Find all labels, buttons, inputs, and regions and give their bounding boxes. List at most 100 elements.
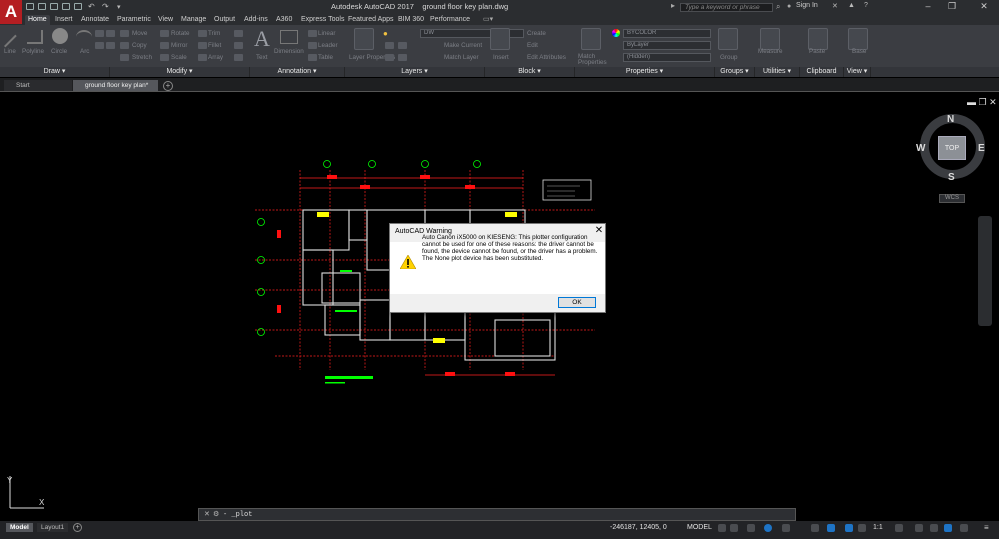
array-icon[interactable] [198, 54, 207, 61]
copy-tool[interactable]: Copy [132, 42, 147, 49]
table-icon[interactable] [308, 54, 317, 61]
tab-a360[interactable]: A360 [273, 15, 295, 25]
auto-scale-icon[interactable] [858, 524, 866, 532]
draw-extra-icon-4[interactable] [106, 42, 115, 49]
tab-performance[interactable]: Performance [427, 15, 473, 25]
leader-icon[interactable] [308, 42, 317, 49]
modify-extra-icon-1[interactable] [234, 30, 243, 37]
panel-annotation[interactable]: Annotation ▾ [250, 67, 345, 77]
model-space-button[interactable]: MODEL [687, 524, 712, 531]
match-properties-button[interactable]: Match Properties [578, 53, 608, 66]
text-tool[interactable]: Text [256, 54, 268, 61]
tab-parametric[interactable]: Parametric [114, 15, 154, 25]
command-line[interactable]: ✕ ⚙ - _plot [198, 508, 796, 521]
fillet-tool[interactable]: Fillet [208, 42, 221, 49]
draw-extra-icon-2[interactable] [95, 42, 104, 49]
scale-icon[interactable] [160, 54, 169, 61]
file-tab-start[interactable]: Start [4, 80, 72, 91]
arc-tool[interactable]: Arc [80, 48, 89, 55]
linetype-dropdown[interactable]: ByLayer [623, 41, 711, 50]
minimize-button[interactable]: – [920, 0, 936, 14]
modify-extra-icon-2[interactable] [234, 42, 243, 49]
scale-tool[interactable]: Scale [171, 54, 187, 61]
color-wheel-icon[interactable] [612, 29, 620, 37]
hardware-acceleration-icon[interactable] [944, 524, 952, 532]
ortho-icon[interactable] [747, 524, 755, 532]
layer-tool-icon-4[interactable] [398, 54, 407, 61]
annotation-visibility-icon[interactable] [845, 524, 853, 532]
stretch-icon[interactable] [120, 54, 129, 61]
leader-tool[interactable]: Leader [318, 42, 338, 49]
table-tool[interactable]: Table [318, 54, 333, 61]
command-close-icon[interactable]: ✕ [204, 510, 210, 518]
measure-icon[interactable] [760, 28, 780, 50]
coordinates-display[interactable]: -246187, 12405, 0 [610, 524, 667, 531]
insert-block-icon[interactable] [490, 28, 510, 50]
close-button[interactable]: ✕ [976, 0, 992, 14]
annotation-scale[interactable]: 1:1 [873, 524, 883, 531]
edit-block-button[interactable]: Edit [527, 42, 538, 49]
measure-button[interactable]: Measure [758, 48, 783, 55]
exchange-apps-icon[interactable]: ✕ [832, 2, 838, 10]
viewcube-top-face[interactable]: TOP [938, 136, 966, 160]
redo-icon[interactable]: ↷ [102, 2, 109, 11]
polyline-icon[interactable] [27, 30, 43, 44]
tab-insert[interactable]: Insert [52, 15, 76, 25]
plot-icon[interactable] [74, 3, 82, 10]
file-tab-drawing[interactable]: ground floor key plan* [73, 80, 158, 91]
workspace-icon[interactable] [895, 524, 903, 532]
polyline-tool[interactable]: Polyline [22, 48, 44, 55]
sign-in-button[interactable]: Sign In [796, 2, 818, 9]
tab-home[interactable]: Home [25, 15, 50, 25]
rotate-tool[interactable]: Rotate [171, 30, 190, 37]
panel-draw[interactable]: Draw ▾ [0, 67, 110, 77]
draw-extra-icon-3[interactable] [106, 30, 115, 37]
tab-view[interactable]: View [155, 15, 176, 25]
command-settings-icon[interactable]: ⚙ [213, 510, 219, 518]
ucs-menu[interactable]: WCS [939, 194, 965, 203]
tab-addins[interactable]: Add-ins [241, 15, 271, 25]
new-tab-icon[interactable]: + [163, 81, 173, 91]
create-block-button[interactable]: Create [527, 30, 546, 37]
tab-annotate[interactable]: Annotate [78, 15, 112, 25]
polar-icon[interactable] [764, 524, 772, 532]
linear-tool[interactable]: Linear [318, 30, 336, 37]
tab-express-tools[interactable]: Express Tools [298, 15, 347, 25]
lineweight-icon[interactable] [827, 524, 835, 532]
add-layout-icon[interactable]: + [73, 523, 82, 532]
ribbon-toggle-icon[interactable]: ▭▾ [483, 15, 493, 23]
trim-tool[interactable]: Trim [208, 30, 220, 37]
compass-west[interactable]: W [916, 143, 925, 154]
draw-extra-icon-1[interactable] [95, 30, 104, 37]
snap-icon[interactable] [730, 524, 738, 532]
text-icon[interactable]: A [254, 26, 270, 52]
panel-utilities[interactable]: Utilities ▾ [755, 67, 800, 77]
plot-style-dropdown[interactable]: (Hidden) [623, 53, 711, 62]
grid-icon[interactable] [718, 524, 726, 532]
tab-output[interactable]: Output [211, 15, 238, 25]
paste-button[interactable]: Paste [809, 48, 825, 55]
compass-south[interactable]: S [948, 172, 955, 183]
group-button[interactable]: Group [720, 54, 738, 61]
array-tool[interactable]: Array [208, 54, 223, 61]
edit-attributes-button[interactable]: Edit Attributes [527, 54, 566, 61]
rotate-icon[interactable] [160, 30, 169, 37]
panel-properties[interactable]: Properties ▾ [575, 67, 715, 77]
command-input[interactable]: - _plot [223, 511, 252, 519]
stretch-tool[interactable]: Stretch [132, 54, 152, 61]
tab-featured-apps[interactable]: Featured Apps [345, 15, 397, 25]
save-as-icon[interactable] [62, 3, 70, 10]
layer-on-icon[interactable]: ● [383, 29, 388, 38]
layer-tool-icon-2[interactable] [398, 42, 407, 49]
linear-icon[interactable] [308, 30, 317, 37]
dimension-icon[interactable] [280, 30, 298, 44]
application-menu-button[interactable]: A [0, 0, 22, 24]
layer-tool-icon-1[interactable] [385, 42, 394, 49]
restore-button[interactable]: ❐ [944, 0, 960, 14]
ok-button[interactable]: OK [558, 297, 596, 308]
mirror-tool[interactable]: Mirror [171, 42, 187, 49]
workspace-dropdown-icon[interactable]: ▾ [117, 3, 121, 11]
panel-layers[interactable]: Layers ▾ [345, 67, 485, 77]
layer-properties-icon[interactable] [354, 28, 374, 50]
layer-tool-icon-3[interactable] [385, 54, 394, 61]
